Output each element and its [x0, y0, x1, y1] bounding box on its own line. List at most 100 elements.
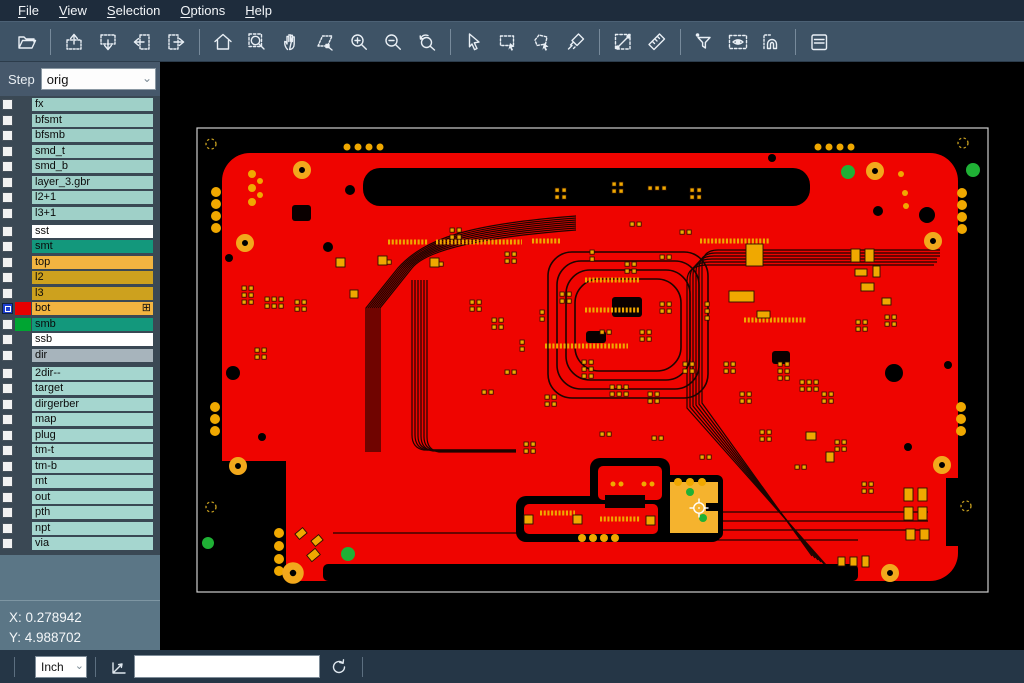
measure-icon[interactable] — [606, 26, 640, 58]
layer-checkbox[interactable] — [2, 257, 13, 268]
layer-row-tm-t[interactable]: tm-t — [0, 444, 160, 457]
import-top-icon[interactable] — [57, 26, 91, 58]
filter-funnel-icon[interactable] — [687, 26, 721, 58]
layer-checkbox[interactable] — [2, 445, 13, 456]
layer-row-smb[interactable]: smb — [0, 318, 160, 331]
layer-row-tm-b[interactable]: tm-b — [0, 460, 160, 473]
layer-row-fx[interactable]: fx — [0, 98, 160, 111]
pan-hand-icon[interactable] — [274, 26, 308, 58]
layer-row-bfsmt[interactable]: bfsmt — [0, 114, 160, 127]
layer-row-via[interactable]: via — [0, 537, 160, 550]
select-rect-icon[interactable] — [491, 26, 525, 58]
layer-row-plug[interactable]: plug — [0, 429, 160, 442]
layer-row-bfsmb[interactable]: bfsmb — [0, 129, 160, 142]
zoom-out-icon[interactable] — [376, 26, 410, 58]
menu-options[interactable]: Options — [170, 1, 235, 20]
layer-row-map[interactable]: map — [0, 413, 160, 426]
layer-checkbox[interactable] — [2, 368, 13, 379]
layer-checkbox[interactable] — [2, 538, 13, 549]
menu-file[interactable]: File — [8, 1, 49, 20]
layer-checkbox[interactable] — [2, 383, 13, 394]
layer-row-smd_t[interactable]: smd_t — [0, 145, 160, 158]
layer-row-top[interactable]: top — [0, 256, 160, 269]
layer-checkbox[interactable] — [2, 461, 13, 472]
sync-icon[interactable] — [324, 654, 354, 680]
layer-row-l3+1[interactable]: l3+1 — [0, 207, 160, 220]
zoom-object-icon[interactable] — [308, 26, 342, 58]
layer-checkbox[interactable] — [2, 507, 13, 518]
layer-checkbox[interactable] — [2, 430, 13, 441]
layer-checkbox[interactable] — [2, 414, 13, 425]
log-panel-icon[interactable] — [802, 26, 836, 58]
view-eye-icon[interactable] — [721, 26, 755, 58]
step-select[interactable]: orig ⌄ — [41, 68, 156, 90]
shift-right-icon[interactable] — [159, 26, 193, 58]
command-input[interactable] — [134, 655, 320, 678]
layer-chip-empty — [15, 398, 31, 411]
layer-checkbox[interactable] — [2, 319, 13, 330]
layer-checkbox[interactable] — [2, 288, 13, 299]
layer-checkbox[interactable] — [2, 492, 13, 503]
layer-checkbox[interactable] — [2, 115, 13, 126]
layer-row-dir[interactable]: dir — [0, 349, 160, 362]
layer-row-l3[interactable]: l3 — [0, 287, 160, 300]
snap-magnet-icon[interactable] — [755, 26, 789, 58]
layer-label: fx — [32, 98, 153, 111]
menu-help[interactable]: Help — [235, 1, 282, 20]
home-icon[interactable] — [206, 26, 240, 58]
import-bottom-icon[interactable] — [91, 26, 125, 58]
clean-brush-icon[interactable] — [559, 26, 593, 58]
layer-row-dirgerber[interactable]: dirgerber — [0, 398, 160, 411]
layer-row-layer_3.gbr[interactable]: layer_3.gbr — [0, 176, 160, 189]
menu-bar: FileViewSelectionOptionsHelp — [0, 0, 1024, 21]
layer-row-pth[interactable]: pth — [0, 506, 160, 519]
layer-checkbox[interactable] — [2, 350, 13, 361]
layer-chip-empty — [15, 475, 31, 488]
layer-row-out[interactable]: out — [0, 491, 160, 504]
layer-row-smd_b[interactable]: smd_b — [0, 160, 160, 173]
layer-row-2dir--[interactable]: 2dir-- — [0, 367, 160, 380]
layer-row-ssb[interactable]: ssb — [0, 333, 160, 346]
unit-select[interactable]: Inch ⌄ — [35, 656, 87, 678]
layer-checkbox[interactable] — [2, 99, 13, 110]
layer-checkbox[interactable] — [2, 241, 13, 252]
layer-checkbox[interactable] — [2, 334, 13, 345]
pcb-canvas[interactable] — [160, 62, 1024, 650]
layer-row-l2[interactable]: l2 — [0, 271, 160, 284]
zoom-in-icon[interactable] — [342, 26, 376, 58]
layer-checkbox[interactable] — [2, 523, 13, 534]
layer-label: ssb — [32, 333, 153, 346]
layer-row-l2+1[interactable]: l2+1 — [0, 191, 160, 204]
select-poly-icon[interactable] — [525, 26, 559, 58]
layer-row-npt[interactable]: npt — [0, 522, 160, 535]
layer-checkbox[interactable] — [2, 208, 13, 219]
layer-checkbox[interactable] — [2, 192, 13, 203]
layer-checkbox[interactable] — [2, 226, 13, 237]
open-folder-icon[interactable] — [10, 26, 44, 58]
unit-select-value: Inch — [41, 660, 64, 674]
select-arrow-icon[interactable] — [457, 26, 491, 58]
layer-checkbox[interactable] — [2, 161, 13, 172]
layer-checkbox[interactable] — [2, 272, 13, 283]
layer-row-mt[interactable]: mt — [0, 475, 160, 488]
layer-checkbox[interactable] — [2, 476, 13, 487]
layer-row-smt[interactable]: smt — [0, 240, 160, 253]
menu-selection[interactable]: Selection — [97, 1, 170, 20]
zoom-previous-icon[interactable] — [410, 26, 444, 58]
layer-row-target[interactable]: target — [0, 382, 160, 395]
layer-row-bot[interactable]: bot⊞ — [0, 302, 160, 315]
layer-checkbox[interactable] — [2, 146, 13, 157]
layer-row-sst[interactable]: sst — [0, 225, 160, 238]
menu-view[interactable]: View — [49, 1, 97, 20]
layer-label: tm-t — [32, 444, 153, 457]
layer-checkbox[interactable] — [2, 303, 13, 314]
shift-left-icon[interactable] — [125, 26, 159, 58]
ruler-icon[interactable] — [640, 26, 674, 58]
layer-chip-empty — [15, 537, 31, 550]
layer-checkbox[interactable] — [2, 130, 13, 141]
layer-checkbox[interactable] — [2, 177, 13, 188]
zoom-window-icon[interactable] — [240, 26, 274, 58]
sidebar-spacer — [0, 555, 160, 601]
layer-checkbox[interactable] — [2, 399, 13, 410]
angle-tool-icon[interactable] — [104, 654, 134, 680]
